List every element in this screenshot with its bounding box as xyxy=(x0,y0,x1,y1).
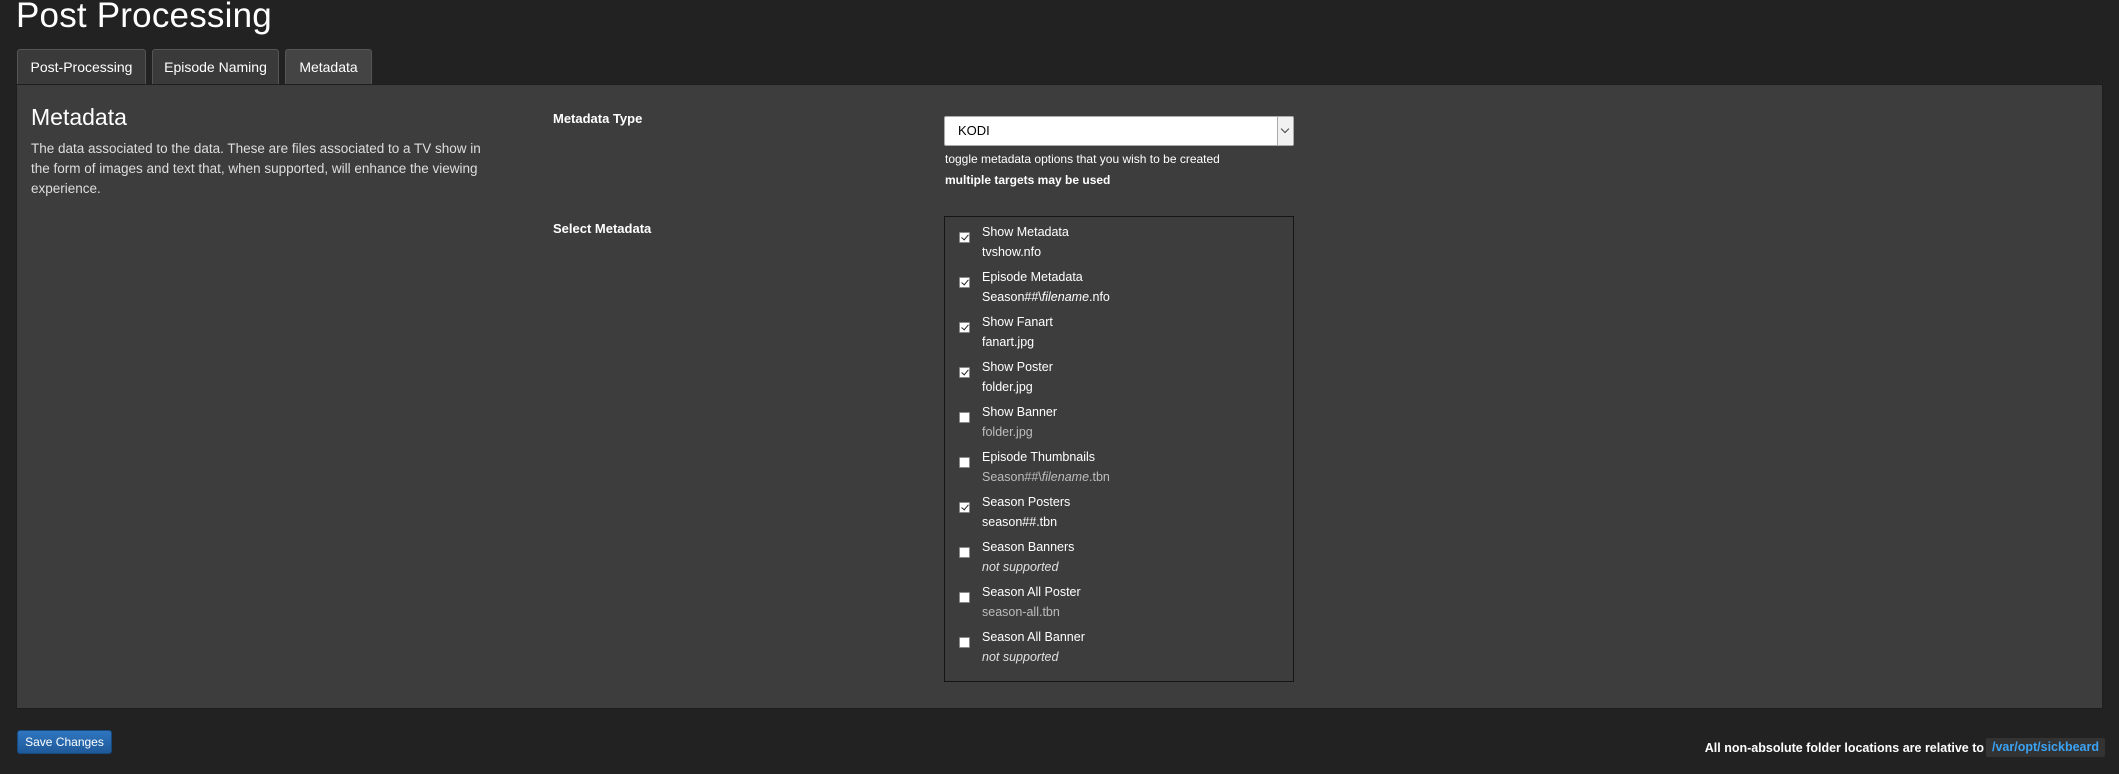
metadata-option-show-poster[interactable]: Show Poster folder.jpg xyxy=(945,352,1293,397)
option-name: Season Banners xyxy=(982,540,1075,554)
option-name: Show Poster xyxy=(982,360,1053,374)
footer-note: All non-absolute folder locations are re… xyxy=(1704,741,1984,755)
metadata-type-select[interactable]: KODI xyxy=(944,116,1294,146)
checkbox[interactable] xyxy=(959,412,970,423)
option-file: not supported xyxy=(982,650,1059,664)
checkbox[interactable] xyxy=(959,367,970,378)
option-name: Show Metadata xyxy=(982,225,1069,239)
metadata-option-episode-metadata[interactable]: Episode Metadata Season##\filename.nfo xyxy=(945,262,1293,307)
checkbox[interactable] xyxy=(959,547,970,558)
option-name: Show Banner xyxy=(982,405,1058,419)
option-name: Show Fanart xyxy=(982,315,1053,329)
save-changes-button[interactable]: Save Changes xyxy=(17,730,112,754)
checkbox[interactable] xyxy=(959,232,970,243)
checkbox[interactable] xyxy=(959,277,970,288)
metadata-type-value: KODI xyxy=(958,123,990,138)
tab-post-processing[interactable]: Post-Processing xyxy=(17,49,146,84)
option-file: season-all.tbn xyxy=(982,605,1060,619)
option-name: Season Posters xyxy=(982,495,1071,509)
metadata-type-label: Metadata Type xyxy=(553,111,643,126)
checkbox[interactable] xyxy=(959,457,970,468)
metadata-option-season-posters[interactable]: Season Posters season##.tbn xyxy=(945,487,1293,532)
option-name: Season All Banner xyxy=(982,630,1085,644)
checkbox[interactable] xyxy=(959,637,970,648)
metadata-option-season-all-banner[interactable]: Season All Banner not supported xyxy=(945,622,1293,667)
page-title: Post Processing xyxy=(16,0,272,35)
metadata-option-episode-thumbnails[interactable]: Episode Thumbnails Season##\filename.tbn xyxy=(945,442,1293,487)
option-name: Episode Thumbnails xyxy=(982,450,1096,464)
metadata-option-show-metadata[interactable]: Show Metadata tvshow.nfo xyxy=(945,217,1293,262)
metadata-option-season-banners[interactable]: Season Banners not supported xyxy=(945,532,1293,577)
option-file: folder.jpg xyxy=(982,425,1033,439)
option-file: Season##\filename.nfo xyxy=(982,290,1110,304)
metadata-option-show-fanart[interactable]: Show Fanart fanart.jpg xyxy=(945,307,1293,352)
checkbox[interactable] xyxy=(959,502,970,513)
option-file: season##.tbn xyxy=(982,515,1058,529)
chevron-down-icon[interactable] xyxy=(1277,117,1293,145)
checkbox[interactable] xyxy=(959,322,970,333)
option-file: not supported xyxy=(982,560,1059,574)
metadata-options-list: Show Metadata tvshow.nfo Episode Metadat… xyxy=(944,216,1294,682)
section-title: Metadata xyxy=(31,104,127,130)
option-file: fanart.jpg xyxy=(982,335,1035,349)
tab-metadata[interactable]: Metadata xyxy=(285,49,372,85)
option-name: Episode Metadata xyxy=(982,270,1083,284)
metadata-panel: Metadata The data associated to the data… xyxy=(16,84,2103,709)
metadata-type-help-bold: multiple targets may be used xyxy=(945,173,1111,187)
option-name: Season All Poster xyxy=(982,585,1081,599)
checkbox[interactable] xyxy=(959,592,970,603)
option-file: Season##\filename.tbn xyxy=(982,470,1110,484)
option-file: tvshow.nfo xyxy=(982,245,1042,259)
metadata-type-help: toggle metadata options that you wish to… xyxy=(945,152,1220,166)
section-description: The data associated to the data. These a… xyxy=(31,141,481,196)
metadata-option-season-all-poster[interactable]: Season All Poster season-all.tbn xyxy=(945,577,1293,622)
select-metadata-label: Select Metadata xyxy=(553,221,652,236)
tab-episode-naming[interactable]: Episode Naming xyxy=(152,49,279,84)
footer-path: /var/opt/sickbeard xyxy=(1986,738,2105,757)
metadata-option-show-banner[interactable]: Show Banner folder.jpg xyxy=(945,397,1293,442)
option-file: folder.jpg xyxy=(982,380,1033,394)
